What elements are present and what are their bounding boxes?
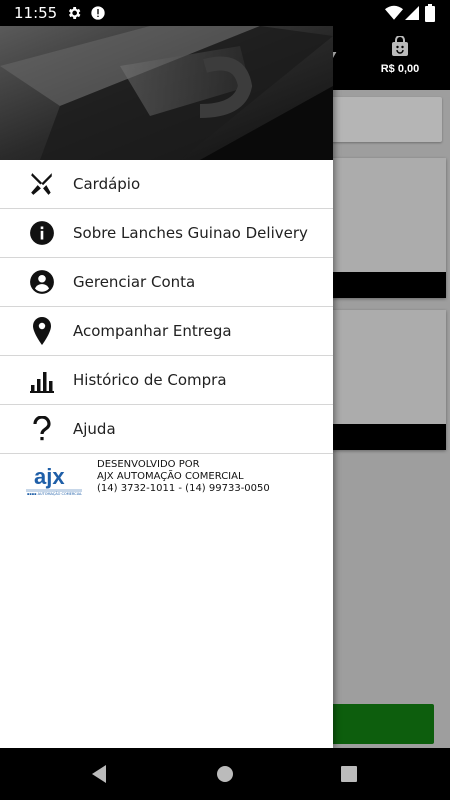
svg-text:ajx: ajx — [34, 464, 65, 489]
menu-item-label: Sobre Lanches Guinao Delivery — [73, 224, 308, 242]
utensils-icon — [28, 170, 56, 198]
credit-line-company: AJX AUTOMAÇÃO COMERCIAL — [97, 471, 244, 482]
drawer-menu: Cardápio Sobre Lanches Guinao Delivery G… — [0, 160, 333, 454]
menu-item-label: Ajuda — [73, 420, 116, 438]
menu-item-sobre[interactable]: Sobre Lanches Guinao Delivery — [0, 209, 333, 258]
menu-item-entrega[interactable]: Acompanhar Entrega — [0, 307, 333, 356]
info-icon — [28, 219, 56, 247]
signal-icon — [405, 5, 419, 26]
menu-item-label: Gerenciar Conta — [73, 273, 196, 291]
product-card-bar — [322, 424, 446, 450]
status-bar: 11:55 — [0, 0, 450, 26]
product-card-bar — [322, 272, 446, 298]
menu-item-cardapio[interactable]: Cardápio — [0, 160, 333, 209]
checkout-button[interactable] — [322, 704, 434, 744]
navigation-drawer: Cardápio Sobre Lanches Guinao Delivery G… — [0, 26, 333, 748]
location-pin-icon — [28, 317, 56, 345]
credit-line-developed-by: DESENVOLVIDO POR — [97, 459, 200, 470]
credit-line-phones: (14) 3732-1011 - (14) 99733-0050 — [97, 483, 270, 494]
battery-icon — [425, 4, 435, 27]
shopping-bag-icon — [391, 35, 409, 60]
product-card[interactable] — [322, 158, 446, 298]
status-time: 11:55 — [14, 4, 58, 22]
drawer-header-image — [0, 26, 333, 160]
system-nav-bar — [0, 748, 450, 800]
credit-text: DESENVOLVIDO POR AJX AUTOMAÇÃO COMERCIAL… — [97, 459, 270, 495]
question-icon — [28, 415, 56, 443]
wifi-icon — [385, 5, 403, 26]
menu-item-label: Histórico de Compra — [73, 371, 227, 389]
account-icon — [28, 268, 56, 296]
back-icon[interactable] — [90, 764, 108, 789]
gear-icon — [66, 5, 82, 26]
svg-text:▪▪▪▪ AUTOMAÇÃO COMERCIAL: ▪▪▪▪ AUTOMAÇÃO COMERCIAL — [27, 491, 82, 496]
menu-item-label: Acompanhar Entrega — [73, 322, 232, 340]
menu-item-conta[interactable]: Gerenciar Conta — [0, 258, 333, 307]
alert-icon — [90, 5, 106, 26]
cart-total: R$ 0,00 — [380, 63, 420, 75]
search-input[interactable] — [322, 97, 442, 142]
product-card[interactable] — [322, 310, 446, 450]
cart-button[interactable]: R$ 0,00 — [372, 35, 428, 75]
bar-chart-icon — [28, 366, 56, 394]
recents-icon[interactable] — [340, 765, 358, 788]
menu-item-label: Cardápio — [73, 175, 141, 193]
ajx-logo: ajx ▪▪▪▪ AUTOMAÇÃO COMERCIAL — [24, 462, 84, 496]
developer-credits: ajx ▪▪▪▪ AUTOMAÇÃO COMERCIAL DESENVOLVID… — [0, 454, 333, 514]
menu-item-ajuda[interactable]: Ajuda — [0, 405, 333, 454]
menu-item-historico[interactable]: Histórico de Compra — [0, 356, 333, 405]
home-icon[interactable] — [216, 764, 234, 789]
